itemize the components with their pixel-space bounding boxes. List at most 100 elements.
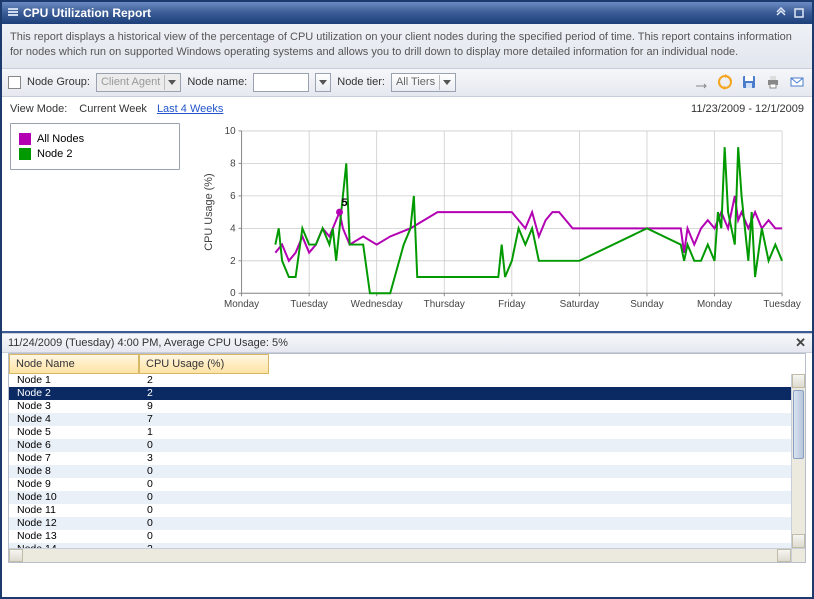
scroll-thumb[interactable]: [793, 390, 804, 460]
legend-swatch: [19, 148, 31, 160]
node-group-checkbox[interactable]: [8, 76, 21, 89]
table-row[interactable]: Node 130: [9, 530, 791, 543]
table-row[interactable]: Node 110: [9, 504, 791, 517]
svg-text:10: 10: [225, 126, 236, 137]
node-tier-label: Node tier:: [337, 76, 385, 88]
title-bar: CPU Utilization Report: [2, 2, 812, 24]
column-header-node-name[interactable]: Node Name: [9, 354, 139, 374]
view-mode-current: Current Week: [79, 103, 147, 115]
print-icon[interactable]: [764, 73, 782, 91]
cell-cpu-usage: 0: [139, 439, 269, 451]
node-name-input[interactable]: [253, 73, 309, 92]
svg-text:CPU Usage (%): CPU Usage (%): [203, 173, 215, 250]
table-row[interactable]: Node 73: [9, 452, 791, 465]
table-row[interactable]: Node 51: [9, 426, 791, 439]
scroll-right-arrow[interactable]: [777, 549, 791, 562]
scroll-left-arrow[interactable]: [9, 549, 23, 562]
cell-cpu-usage: 2: [139, 387, 269, 399]
view-mode-bar: View Mode: Current Week Last 4 Weeks 11/…: [2, 97, 812, 119]
node-name-label: Node name:: [187, 76, 247, 88]
collapse-button[interactable]: [774, 6, 788, 20]
legend-label: Node 2: [37, 148, 72, 160]
refresh-icon[interactable]: [716, 73, 734, 91]
chart-legend: All Nodes Node 2: [10, 123, 180, 170]
scrollbar-corner: [791, 548, 805, 562]
options-icon[interactable]: [692, 73, 710, 91]
cell-node-name: Node 3: [9, 400, 139, 412]
cell-node-name: Node 10: [9, 491, 139, 503]
svg-text:Saturday: Saturday: [560, 299, 600, 310]
view-mode-alt-link[interactable]: Last 4 Weeks: [157, 103, 223, 115]
scroll-up-arrow[interactable]: [792, 374, 805, 388]
save-icon[interactable]: [740, 73, 758, 91]
table-row[interactable]: Node 47: [9, 413, 791, 426]
cell-node-name: Node 7: [9, 452, 139, 464]
cell-cpu-usage: 1: [139, 426, 269, 438]
cell-node-name: Node 13: [9, 530, 139, 542]
list-icon: [8, 8, 18, 18]
legend-swatch: [19, 133, 31, 145]
maximize-button[interactable]: [792, 6, 806, 20]
table-row[interactable]: Node 12: [9, 374, 791, 387]
date-range: 11/23/2009 - 12/1/2009: [691, 103, 804, 115]
cell-cpu-usage: 9: [139, 400, 269, 412]
email-icon[interactable]: [788, 73, 806, 91]
detail-close-button[interactable]: ✕: [795, 335, 806, 351]
node-tier-select[interactable]: All Tiers: [391, 73, 456, 92]
node-name-dropdown[interactable]: [315, 73, 331, 92]
svg-text:0: 0: [230, 288, 236, 299]
svg-text:Thursday: Thursday: [424, 299, 465, 310]
legend-label: All Nodes: [37, 133, 84, 145]
filter-bar: Node Group: Client Agent Node name: Node…: [2, 69, 812, 97]
chart-area: All NodesNode 2 0246810MondayTuesdayWedn…: [2, 119, 812, 329]
svg-text:Monday: Monday: [224, 299, 259, 310]
cell-node-name: Node 6: [9, 439, 139, 451]
svg-text:8: 8: [230, 158, 236, 169]
table-row[interactable]: Node 22: [9, 387, 791, 400]
table-row[interactable]: Node 100: [9, 491, 791, 504]
table-row[interactable]: Node 60: [9, 439, 791, 452]
table-row[interactable]: Node 90: [9, 478, 791, 491]
horizontal-scrollbar[interactable]: [9, 548, 791, 562]
cell-node-name: Node 11: [9, 504, 139, 516]
cell-cpu-usage: 0: [139, 478, 269, 490]
vertical-scrollbar[interactable]: [791, 374, 805, 548]
svg-text:Tuesday: Tuesday: [763, 299, 801, 310]
cell-cpu-usage: 3: [139, 452, 269, 464]
cell-cpu-usage: 0: [139, 465, 269, 477]
detail-header: 11/24/2009 (Tuesday) 4:00 PM, Average CP…: [2, 333, 812, 353]
svg-text:4: 4: [230, 223, 236, 234]
legend-item: All Nodes: [19, 133, 171, 145]
svg-text:Monday: Monday: [697, 299, 732, 310]
cell-node-name: Node 12: [9, 517, 139, 529]
svg-text:6: 6: [230, 191, 236, 202]
svg-text:Tuesday: Tuesday: [290, 299, 328, 310]
cell-cpu-usage: 0: [139, 491, 269, 503]
svg-text:5: 5: [342, 197, 348, 209]
cell-cpu-usage: 0: [139, 504, 269, 516]
cell-node-name: Node 1: [9, 374, 139, 386]
window-title: CPU Utilization Report: [23, 6, 151, 20]
cell-cpu-usage: 0: [139, 517, 269, 529]
cell-node-name: Node 2: [9, 387, 139, 399]
cell-node-name: Node 9: [9, 478, 139, 490]
svg-text:Friday: Friday: [498, 299, 525, 310]
chart-plot: 0246810MondayTuesdayWednesdayThursdayFri…: [186, 123, 804, 321]
table-row[interactable]: Node 39: [9, 400, 791, 413]
svg-text:Sunday: Sunday: [630, 299, 664, 310]
cell-node-name: Node 4: [9, 413, 139, 425]
detail-header-text: 11/24/2009 (Tuesday) 4:00 PM, Average CP…: [8, 337, 288, 349]
cell-cpu-usage: 2: [139, 374, 269, 386]
table-row[interactable]: Node 80: [9, 465, 791, 478]
report-description: This report displays a historical view o…: [2, 24, 812, 69]
cell-cpu-usage: 0: [139, 530, 269, 542]
table-row[interactable]: Node 120: [9, 517, 791, 530]
column-header-cpu-usage[interactable]: CPU Usage (%): [139, 354, 269, 374]
cell-node-name: Node 5: [9, 426, 139, 438]
node-group-select[interactable]: Client Agent: [96, 73, 181, 92]
node-group-label: Node Group:: [27, 76, 90, 88]
view-mode-label: View Mode:: [10, 103, 67, 115]
detail-table: Node Name CPU Usage (%) Node 12Node 22No…: [8, 353, 806, 563]
cell-node-name: Node 8: [9, 465, 139, 477]
scroll-down-arrow[interactable]: [792, 534, 805, 548]
